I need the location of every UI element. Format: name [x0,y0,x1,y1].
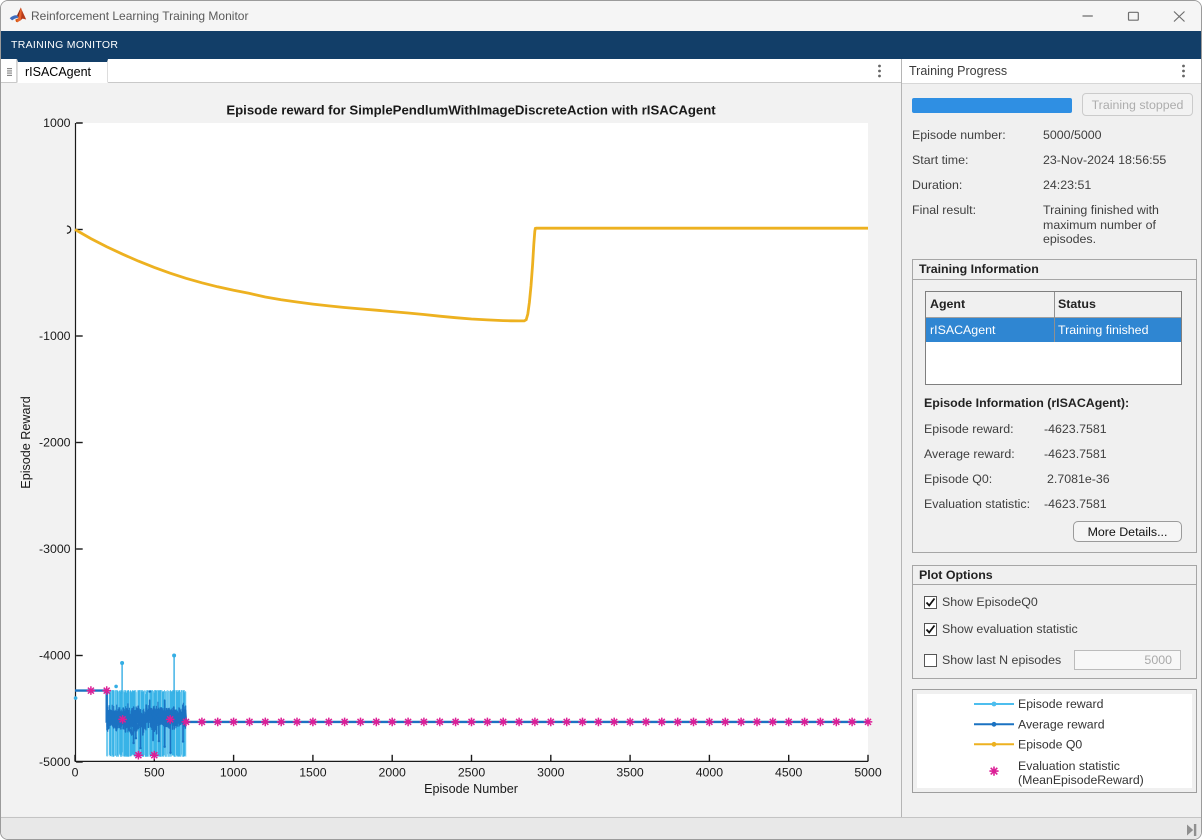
svg-text:Evaluation statistic: Evaluation statistic [1018,759,1120,773]
svg-text:Episode Q0: Episode Q0 [1018,737,1082,751]
svg-text:4500: 4500 [775,766,803,780]
svg-text:-4000: -4000 [39,649,71,663]
svg-text:-3000: -3000 [39,542,71,556]
svg-text:Episode reward: Episode reward [1018,697,1104,711]
svg-text:5000: 5000 [854,766,882,780]
svg-text:Episode Number: Episode Number [424,782,518,796]
svg-text:Average reward: Average reward [1018,717,1105,731]
svg-text:500: 500 [144,766,165,780]
svg-text:1000: 1000 [220,766,248,780]
svg-text:1500: 1500 [299,766,327,780]
svg-text:(MeanEpisodeReward): (MeanEpisodeReward) [1018,773,1144,787]
svg-text:1000: 1000 [43,116,71,130]
svg-text:3500: 3500 [616,766,644,780]
svg-text:2500: 2500 [458,766,486,780]
svg-text:Episode reward for SimplePendl: Episode reward for SimplePendlumWithImag… [226,103,716,118]
svg-text:-2000: -2000 [39,436,71,450]
svg-text:4000: 4000 [696,766,724,780]
svg-text:-5000: -5000 [39,755,71,769]
svg-text:3000: 3000 [537,766,565,780]
svg-text:2000: 2000 [379,766,407,780]
svg-text:-1000: -1000 [39,329,71,343]
svg-text:0: 0 [72,766,79,780]
svg-text:Episode Reward: Episode Reward [19,396,33,488]
